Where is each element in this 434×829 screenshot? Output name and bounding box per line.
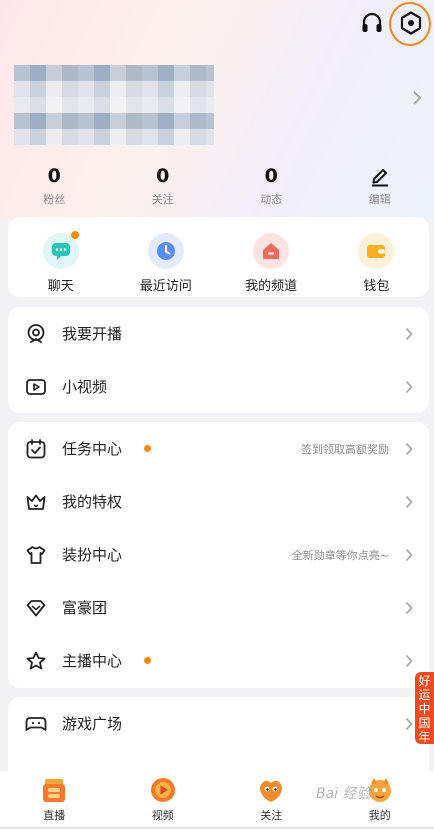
profile-row[interactable] — [0, 60, 434, 150]
menu-label: 游戏广场 — [62, 715, 123, 733]
follow-tab-icon — [260, 780, 283, 802]
chevron-right-icon — [405, 601, 413, 614]
stat-value: 0 — [47, 165, 61, 187]
menu-label: 富豪团 — [62, 599, 108, 617]
avatar[interactable] — [14, 65, 214, 145]
menu-label: 小视频 — [62, 378, 108, 396]
quick-chat[interactable]: 聊天 — [8, 217, 113, 297]
menu-label: 我的特权 — [62, 493, 123, 511]
tab-follow[interactable]: 关注 — [217, 771, 326, 829]
quick-my-channel[interactable]: 我的频道 — [219, 217, 324, 297]
menu-hint: 签到领取高额奖励 — [301, 442, 389, 456]
menu-label: 主播中心 — [62, 652, 123, 670]
tab-live[interactable]: 直播 — [0, 771, 109, 829]
quick-recent-visits[interactable]: 最近访问 — [113, 217, 218, 297]
live-camera-icon — [27, 323, 45, 343]
quick-label: 最近访问 — [139, 279, 192, 294]
tab-label: 我的 — [368, 809, 391, 822]
menu-label: 任务中心 — [62, 440, 123, 458]
promo-banner-tab[interactable]: 好运中国年 — [415, 672, 434, 744]
live-tab-icon — [43, 779, 66, 802]
chevron-right-icon — [405, 717, 413, 730]
menu-item-short-video[interactable]: 小视频 — [8, 360, 429, 413]
gamepad-icon — [25, 716, 47, 731]
calendar-check-icon — [26, 438, 46, 458]
settings-icon[interactable] — [398, 10, 424, 36]
menu-card-live: 我要开播 小视频 — [8, 307, 429, 413]
stat-label: 动态 — [260, 193, 283, 206]
stat-value: 0 — [264, 165, 278, 187]
menu-item-dress-up[interactable]: 装扮中心 全新勋章等你点亮~ — [8, 528, 429, 581]
watermark-text: Bai 经验 — [316, 786, 371, 802]
shirt-icon — [26, 545, 46, 564]
chevron-right-icon — [405, 380, 413, 393]
stat-fans[interactable]: 0 粉丝 — [0, 165, 109, 207]
chat-icon — [42, 231, 79, 269]
stat-label: 编辑 — [368, 193, 391, 206]
crown-icon — [26, 494, 46, 510]
chevron-right-icon — [405, 442, 413, 455]
chevron-right-icon — [405, 654, 413, 667]
stats-bar: 0 粉丝 0 关注 0 动态 编辑 — [0, 165, 434, 207]
edit-profile-button[interactable]: 编辑 — [326, 165, 434, 207]
menu-hint: 全新勋章等你点亮~ — [291, 548, 389, 562]
tab-label: 视频 — [151, 809, 174, 822]
clock-icon — [147, 233, 184, 269]
stat-value: 0 — [156, 165, 170, 187]
chevron-right-icon — [405, 327, 413, 340]
menu-label: 我要开播 — [62, 325, 123, 343]
chevron-right-icon — [405, 495, 413, 508]
quick-label: 钱包 — [363, 279, 390, 294]
tab-label: 直播 — [43, 809, 66, 822]
stat-label: 粉丝 — [43, 193, 66, 206]
menu-item-rich-club[interactable]: 富豪团 — [8, 581, 429, 634]
quick-label: 我的频道 — [245, 279, 298, 294]
menu-card-center: 任务中心 签到领取高额奖励 我的特权 装扮中心 全新勋章等你点亮~ 富豪团 主播… — [8, 422, 429, 688]
tab-video[interactable]: 视频 — [109, 771, 218, 829]
menu-item-start-live[interactable]: 我要开播 — [8, 307, 429, 360]
quick-wallet[interactable]: 钱包 — [324, 217, 429, 297]
notification-dot — [70, 231, 79, 239]
wallet-icon — [358, 233, 395, 269]
quick-label: 聊天 — [47, 279, 74, 294]
diamond-icon — [26, 599, 46, 616]
stat-label: 关注 — [151, 193, 174, 206]
quick-actions-card: 聊天 最近访问 我的频道 钱包 — [8, 217, 429, 297]
menu-item-anchor-center[interactable]: 主播中心 — [8, 634, 429, 687]
star-icon — [26, 651, 46, 669]
notification-dot — [144, 657, 151, 664]
edit-icon — [371, 169, 388, 187]
chevron-right-icon — [405, 548, 413, 561]
menu-item-task-center[interactable]: 任务中心 签到领取高额奖励 — [8, 422, 429, 475]
stat-posts[interactable]: 0 动态 — [217, 165, 326, 207]
chevron-right-icon — [413, 91, 422, 105]
tab-label: 关注 — [260, 809, 283, 822]
stat-following[interactable]: 0 关注 — [109, 165, 218, 207]
menu-item-privileges[interactable]: 我的特权 — [8, 475, 429, 528]
home-icon — [253, 233, 290, 269]
video-icon — [26, 378, 46, 395]
notification-dot — [144, 445, 151, 452]
headset-icon[interactable] — [359, 10, 385, 36]
menu-label: 装扮中心 — [62, 546, 123, 564]
video-tab-icon — [150, 778, 175, 802]
menu-item-game-plaza[interactable]: 游戏广场 — [8, 697, 429, 750]
